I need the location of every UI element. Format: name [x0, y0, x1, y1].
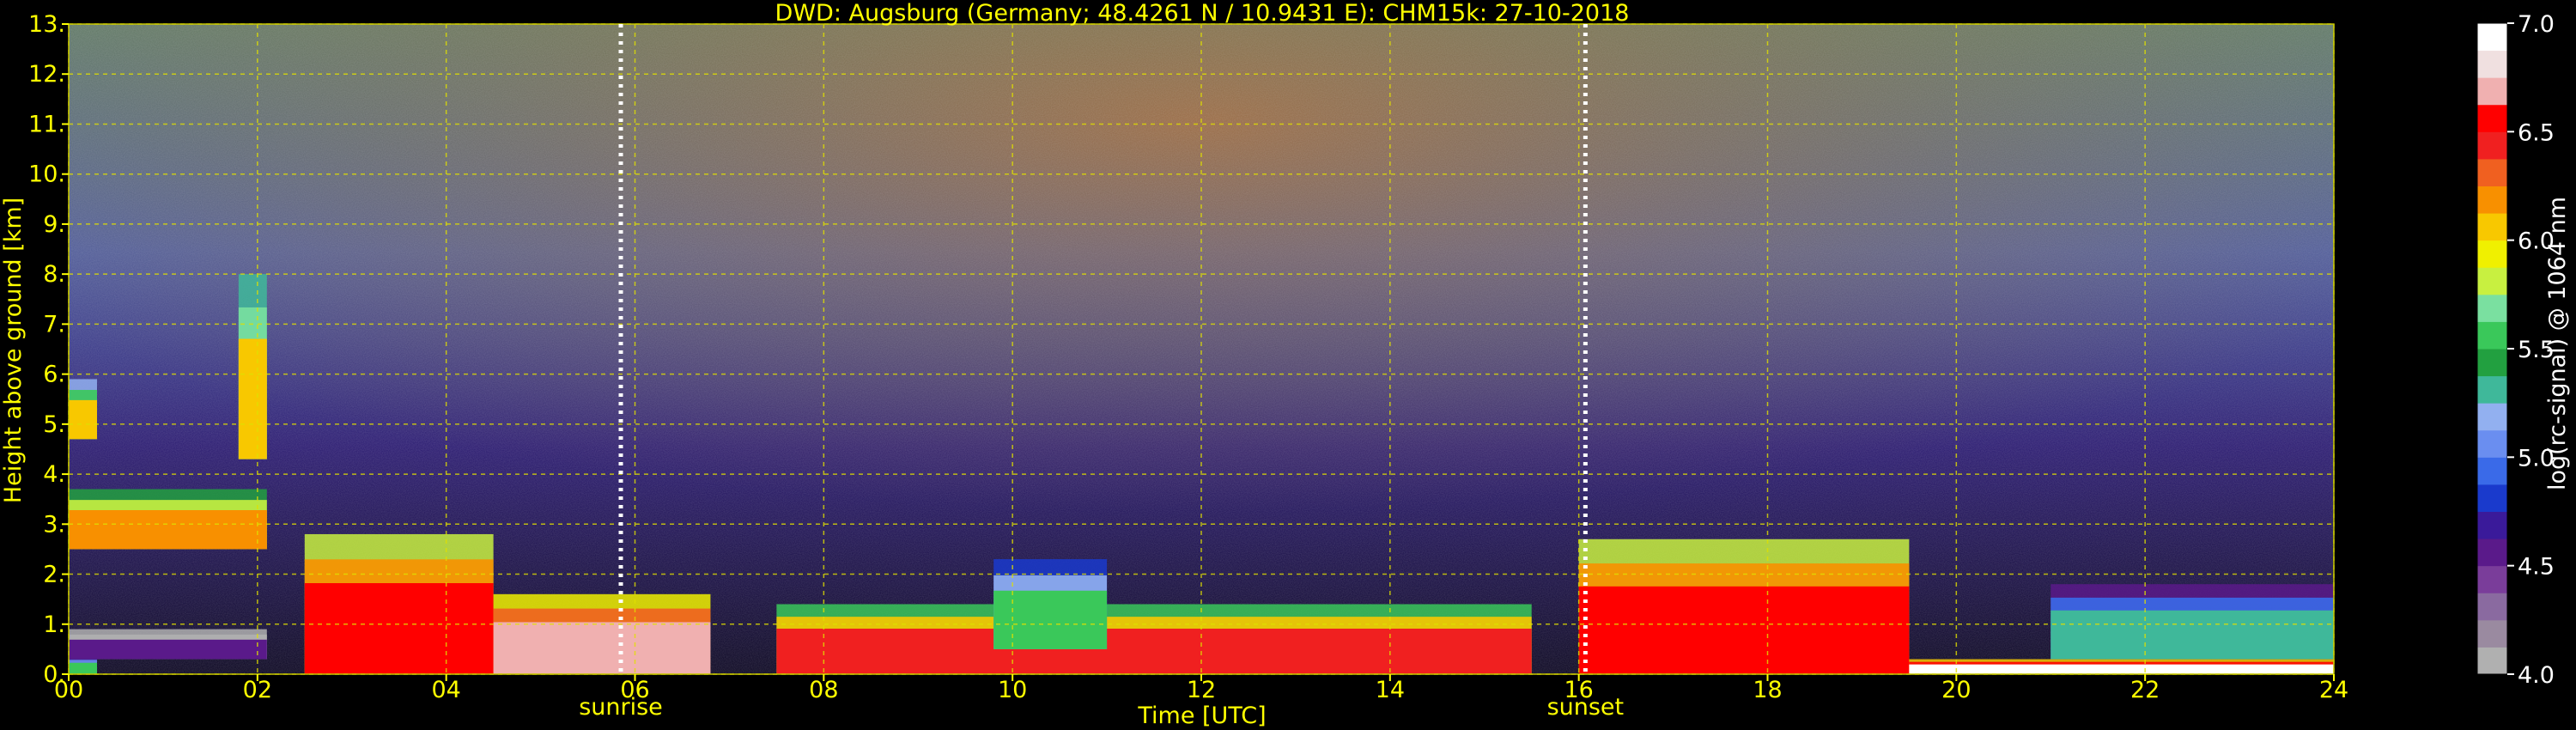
- x-axis-label: Time [UTC]: [1137, 703, 1266, 729]
- colorbar-segment: [2477, 267, 2507, 295]
- x-tick-label: 02: [243, 677, 272, 703]
- colorbar-segment: [2477, 403, 2507, 431]
- y-tick-label: 5.: [43, 411, 65, 438]
- ceilometer-chart: sunrise sunset 00 02 04 06 08 10 12 14 16 18 20 22 24…: [0, 0, 2571, 729]
- x-tick-label: 22: [2130, 677, 2160, 703]
- layer-core: [2050, 610, 2334, 660]
- colorbar-tick-label: 4.0: [2518, 662, 2555, 689]
- y-tick-label: 10.: [28, 161, 65, 188]
- colorbar-segment: [2477, 619, 2507, 648]
- x-tick-label: 18: [1753, 677, 1782, 703]
- colorbar-segment: [2477, 240, 2507, 268]
- colorbar: [2476, 22, 2508, 675]
- y-tick-label: 2.: [43, 562, 65, 588]
- colorbar-segment: [2477, 186, 2507, 214]
- colorbar-segment: [2477, 538, 2507, 567]
- y-tick-labels: 0. 1. 2. 3. 4. 5. 6. 7. 8. 9. 10. 11. 12. 13.: [28, 11, 69, 688]
- colorbar-segment: [2477, 213, 2507, 241]
- colorbar-segment: [2477, 511, 2507, 539]
- x-tick-labels: 00 02 04 06 08 10 12 14 16 18 20 22 24: [54, 674, 2348, 703]
- colorbar-segment: [2477, 429, 2507, 458]
- colorbar-segment: [2477, 593, 2507, 621]
- y-tick-label: 11.: [28, 111, 65, 137]
- layer-core: [69, 510, 267, 550]
- colorbar-segment: [2477, 158, 2507, 186]
- x-tick-label: 16: [1564, 677, 1593, 703]
- x-tick-label: 06: [620, 677, 649, 703]
- colorbar-segment: [2477, 349, 2507, 377]
- x-tick-label: 12: [1187, 677, 1216, 703]
- y-tick-label: 3.: [43, 511, 65, 538]
- layer-core: [304, 583, 494, 674]
- x-tick-label: 04: [431, 677, 460, 703]
- y-tick-label: 0.: [43, 661, 65, 688]
- y-tick-label: 6.: [43, 362, 65, 388]
- x-tick-label: 24: [2319, 677, 2348, 703]
- colorbar-segment: [2477, 565, 2507, 593]
- layer-core: [993, 590, 1108, 649]
- colorbar-segment: [2477, 647, 2507, 675]
- colorbar-segment: [2477, 484, 2507, 512]
- y-tick-label: 7.: [43, 311, 65, 338]
- colorbar-segment: [2477, 131, 2507, 160]
- layer-core: [1578, 586, 1910, 674]
- x-tick-label: 20: [1941, 677, 1971, 703]
- colorbar-segment: [2477, 321, 2507, 350]
- colorbar-segment: [2477, 104, 2507, 132]
- y-tick-label: 12.: [28, 61, 65, 88]
- y-tick-label: 4.: [43, 461, 65, 488]
- layer-core: [69, 399, 97, 440]
- colorbar-tick-label: 7.0: [2518, 11, 2555, 38]
- y-axis-label: Height above ground [km]: [0, 198, 27, 503]
- layer-core: [69, 639, 267, 660]
- colorbar-tick-label: 4.5: [2518, 554, 2555, 581]
- colorbar-segment: [2477, 457, 2507, 485]
- colorbar-segment: [2477, 50, 2507, 78]
- colorbar-tick-label: 6.5: [2518, 119, 2555, 146]
- colorbar-segment: [2477, 23, 2507, 52]
- layer-core: [69, 662, 97, 674]
- layer-core: [493, 622, 711, 674]
- y-tick-label: 8.: [43, 261, 65, 288]
- layer-core: [238, 338, 267, 459]
- x-tick-label: 10: [998, 677, 1027, 703]
- layer-core: [1909, 664, 2334, 674]
- x-tick-label: 14: [1376, 677, 1405, 703]
- colorbar-segment: [2477, 375, 2507, 404]
- y-tick-label: 13.: [28, 11, 65, 38]
- colorbar-segment: [2477, 77, 2507, 106]
- colorbar-label: log(rc-signal) @ 1064 nm: [2544, 197, 2571, 490]
- chart-title: DWD: Augsburg (Germany; 48.4261 N / 10.9…: [775, 0, 1630, 27]
- y-tick-label: 9.: [43, 211, 65, 238]
- y-tick-label: 1.: [43, 611, 65, 638]
- x-tick-label: 08: [809, 677, 838, 703]
- layer-core: [776, 629, 1532, 674]
- colorbar-segment: [2477, 294, 2507, 322]
